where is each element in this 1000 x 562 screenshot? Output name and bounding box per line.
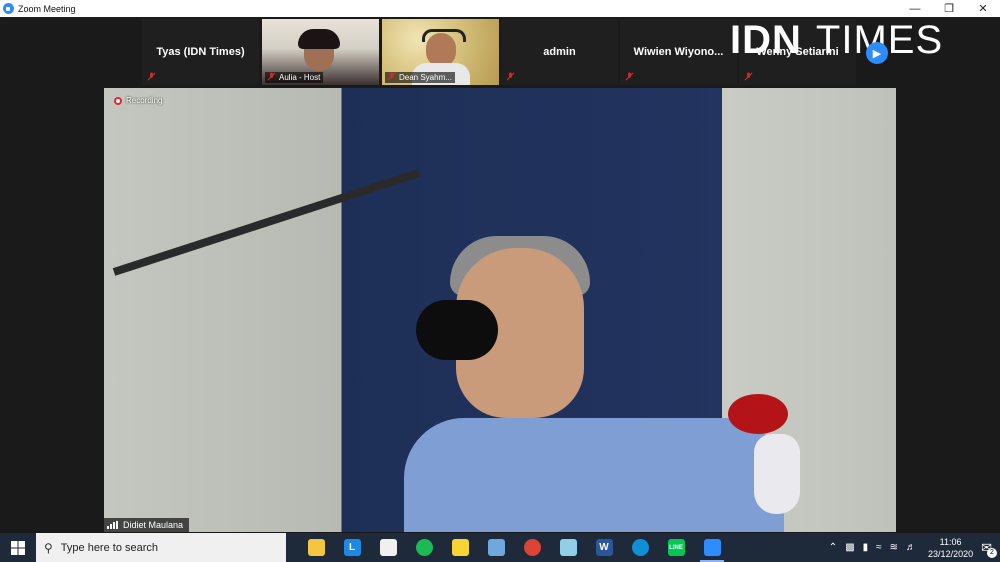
clock-time: 11:06	[939, 536, 962, 547]
zoom-app-icon	[3, 3, 14, 14]
recording-indicator[interactable]: Recording	[114, 96, 162, 105]
taskbar-app-chrome[interactable]	[514, 533, 550, 562]
taskbar-app-sticky-notes[interactable]	[442, 533, 478, 562]
logo-part1: IDN	[730, 18, 802, 62]
participant-video-label: Aulia - Host	[265, 72, 324, 83]
participant-tile-wiwien[interactable]: Wiwien Wiyono...	[620, 19, 737, 85]
taskbar-app-spotify[interactable]	[406, 533, 442, 562]
taskbar: ⚲ Type here to search L W LINE ⌃ ▩ ▮ ≈ ≋ ♬…	[0, 533, 1000, 562]
chevron-up-icon[interactable]: ⌃	[829, 542, 837, 553]
speaker-name: Didiet Maulana	[123, 520, 184, 530]
muted-mic-icon	[267, 72, 276, 81]
audio-bars-icon	[107, 521, 119, 529]
window-controls: — ❐ ✕	[898, 0, 1000, 17]
file-explorer-icon	[307, 539, 325, 556]
taskbar-app-store[interactable]	[370, 533, 406, 562]
taskbar-app-line[interactable]: LINE	[658, 533, 694, 562]
store-icon	[379, 539, 397, 556]
idn-times-logo: IDN TIMES	[730, 18, 943, 63]
participant-name: Tyas (IDN Times)	[156, 46, 245, 58]
spotify-icon	[415, 539, 433, 556]
participant-tile-aulia[interactable]: Aulia - Host	[262, 19, 379, 85]
muted-mic-icon	[147, 72, 156, 81]
participant-name: Aulia - Host	[279, 73, 321, 82]
taskbar-app-zoom[interactable]	[694, 533, 730, 562]
word-icon: W	[595, 539, 613, 556]
speaker-name-label: Didiet Maulana	[104, 518, 190, 532]
taskbar-app-paint[interactable]	[478, 533, 514, 562]
clock[interactable]: 11:06 23/12/2020	[928, 536, 973, 560]
taskbar-app-word[interactable]: W	[586, 533, 622, 562]
battery-icon[interactable]: ▮	[863, 542, 869, 553]
wifi-icon[interactable]: ≋	[890, 542, 898, 553]
search-icon: ⚲	[44, 540, 53, 555]
clock-date: 23/12/2020	[928, 548, 974, 559]
participant-tile-tyas[interactable]: Tyas (IDN Times)	[142, 19, 259, 85]
meet-now-icon[interactable]: ▩	[845, 542, 854, 553]
participant-name: Wiwien Wiyono...	[633, 46, 724, 58]
notification-count: 2	[987, 547, 997, 558]
taskbar-apps: L W LINE	[298, 533, 730, 562]
notepad-icon	[559, 539, 577, 556]
participant-tile-dean[interactable]: Dean Syahm...	[382, 19, 499, 85]
search-placeholder: Type here to search	[60, 541, 159, 554]
title-bar: Zoom Meeting — ❐ ✕	[0, 0, 1000, 17]
participant-tile-admin[interactable]: admin	[501, 19, 618, 85]
line-icon: LINE	[667, 539, 685, 556]
muted-mic-icon	[744, 72, 753, 81]
volume-icon[interactable]: ♬	[906, 542, 916, 553]
edge-icon	[631, 539, 649, 556]
participant-name: admin	[543, 46, 576, 58]
start-button[interactable]	[0, 533, 36, 562]
close-button[interactable]: ✕	[966, 0, 1000, 17]
speaker-video: Recording Didiet Maulana	[104, 88, 896, 532]
muted-mic-icon	[625, 72, 634, 81]
windows-icon	[11, 540, 25, 555]
taskbar-app-notepad[interactable]	[550, 533, 586, 562]
window-title: Zoom Meeting	[18, 3, 76, 14]
next-page-arrow-icon[interactable]: ▶	[866, 42, 888, 64]
taskbar-app-l-app[interactable]: L	[334, 533, 370, 562]
microphone	[416, 300, 498, 360]
muted-mic-icon	[387, 72, 396, 81]
taskbar-app-file-explorer[interactable]	[298, 533, 334, 562]
l-app-icon: L	[343, 539, 361, 556]
minimize-button[interactable]: —	[898, 0, 932, 17]
participant-video-label: Dean Syahm...	[385, 72, 455, 83]
zoom-icon	[703, 539, 721, 556]
restore-button[interactable]: ❐	[932, 0, 966, 17]
notification-center-icon[interactable]: ✉ 2	[981, 540, 997, 558]
taskbar-search-box[interactable]: ⚲ Type here to search	[36, 533, 286, 562]
recording-icon	[114, 96, 122, 105]
system-tray: ⌃ ▩ ▮ ≈ ≋ ♬ 11:06 23/12/2020 ✉ 2	[825, 533, 1000, 562]
recording-label: Recording	[126, 96, 163, 105]
paint-icon	[487, 539, 505, 556]
mic-arm	[112, 169, 420, 276]
muted-mic-icon	[506, 72, 515, 81]
network-icon[interactable]: ≈	[876, 542, 882, 553]
chrome-icon	[523, 539, 541, 556]
participant-name: Dean Syahm...	[399, 73, 452, 82]
sticky-notes-icon	[451, 539, 469, 556]
taskbar-app-edge[interactable]	[622, 533, 658, 562]
